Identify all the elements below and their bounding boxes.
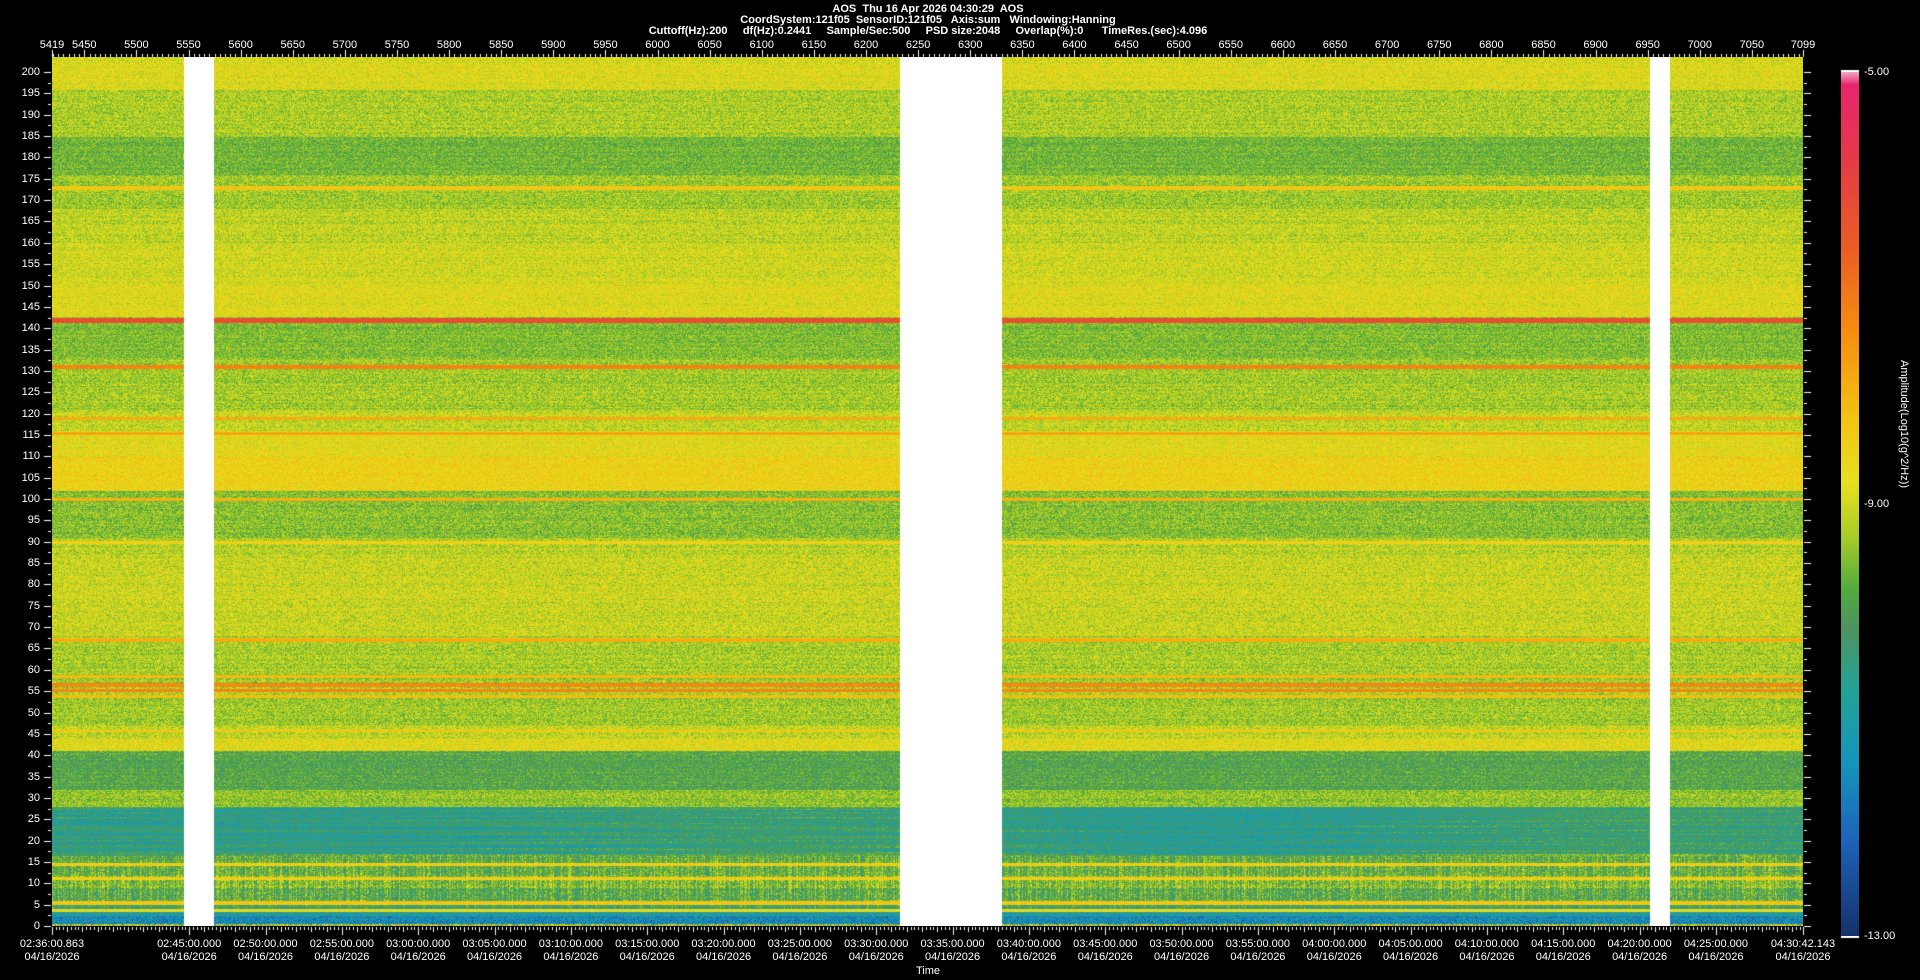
- colorbar: [1841, 72, 1859, 936]
- top-axis-label: 5450: [72, 39, 97, 51]
- top-axis-label: 6200: [853, 39, 879, 51]
- left-axis-label: 135: [21, 343, 40, 356]
- top-axis-label: 5500: [124, 39, 149, 51]
- left-axis-label: 80: [27, 578, 40, 591]
- top-axis-label: 6700: [1374, 39, 1400, 51]
- top-axis-label: 6100: [749, 39, 774, 51]
- left-axis-label: 10: [27, 877, 40, 890]
- left-axis-label: 190: [21, 108, 40, 121]
- left-axis-label: 120: [21, 407, 40, 420]
- top-axis-label: 6300: [957, 39, 983, 51]
- top-axis-label: 5850: [488, 39, 514, 51]
- top-axis-label: 6150: [801, 39, 827, 51]
- date-label: 04/16/2026: [24, 951, 80, 963]
- top-axis-label: 6500: [1166, 39, 1191, 51]
- left-axis-label: 200: [21, 66, 40, 78]
- left-axis-label: 25: [27, 813, 40, 826]
- top-axis-label: 6400: [1062, 39, 1087, 51]
- top-axis-label: 5900: [541, 39, 566, 51]
- left-axis-label: 130: [21, 364, 40, 377]
- left-axis-label: 30: [27, 791, 40, 804]
- time-label: 04:30:42.143: [1770, 938, 1836, 950]
- left-axis-label: 0: [33, 920, 40, 932]
- time-label: 02:36:00.863: [19, 938, 85, 950]
- left-axis-label: 110: [22, 450, 40, 463]
- top-axis-label: 6650: [1322, 39, 1348, 51]
- top-axis-label: 5550: [176, 39, 201, 51]
- colorbar-axis-title: Amplitude(Log10(g^2/Hz)): [1898, 360, 1910, 489]
- top-axis-label: 7000: [1687, 39, 1713, 51]
- top-axis-label: 5950: [593, 39, 618, 51]
- top-axis-label: 6450: [1114, 39, 1139, 51]
- left-axis-label: 185: [21, 130, 40, 143]
- left-axis-label: 175: [21, 172, 40, 185]
- left-axis-label: 160: [21, 236, 40, 249]
- spectrogram-canvas[interactable]: [52, 57, 1803, 926]
- top-axis-label: 6550: [1218, 39, 1244, 51]
- left-axis-label: 90: [27, 535, 40, 548]
- top-axis-label: 6600: [1270, 39, 1296, 51]
- top-axis-label: 6900: [1583, 39, 1608, 51]
- top-axis-label: 6950: [1635, 39, 1660, 51]
- left-axis-label: 140: [21, 322, 40, 335]
- top-axis-label: 6050: [697, 39, 722, 51]
- left-axis-label: 45: [27, 727, 40, 740]
- top-axis-label: 5750: [384, 39, 410, 51]
- top-axis-label: 5650: [280, 39, 305, 51]
- date-label: 04/16/2026: [1775, 951, 1831, 963]
- top-axis-label: 6850: [1531, 39, 1556, 51]
- left-axis-label: 100: [21, 493, 40, 505]
- left-axis-label: 35: [27, 770, 40, 783]
- left-axis-label: 180: [21, 151, 40, 164]
- left-axis-label: 55: [27, 685, 40, 698]
- left-axis-label: 195: [21, 87, 40, 100]
- top-axis-label: 5600: [228, 39, 253, 51]
- left-axis-label: 60: [27, 663, 40, 676]
- header-line-3: Cuttoff(Hz):200 df(Hz):0.2441 Sample/Sec…: [648, 25, 1208, 37]
- top-axis-label: 6800: [1479, 39, 1504, 51]
- left-axis-label: 165: [21, 215, 40, 228]
- left-axis-label: 20: [27, 834, 40, 847]
- left-axis-label: 145: [21, 300, 40, 313]
- top-axis-label: 5700: [332, 39, 358, 51]
- top-axis-label: 5800: [436, 39, 462, 51]
- top-axis-label: 6000: [645, 39, 670, 51]
- left-axis-label: 170: [21, 194, 40, 207]
- left-axis-label: 115: [22, 428, 40, 441]
- left-axis-label: 75: [27, 599, 40, 612]
- left-axis-label: 65: [27, 642, 40, 655]
- colorbar-tick-max: -5.00: [1864, 66, 1890, 78]
- left-axis-label: 40: [27, 749, 40, 762]
- spectrogram-app: AOS Thu 16 Apr 2026 04:30:29 AOS CoordSy…: [0, 0, 1920, 980]
- colorbar-tick-min: -13.00: [1864, 930, 1896, 942]
- time-label: 04:25:00.000: [1683, 938, 1749, 950]
- time-axis-title: Time: [915, 965, 941, 977]
- left-axis-label: 70: [27, 621, 40, 634]
- top-axis-label: 7050: [1739, 39, 1765, 51]
- date-label: 04/16/2026: [1688, 951, 1744, 963]
- top-axis-label: 7099: [1790, 39, 1816, 51]
- left-axis-label: 125: [21, 386, 40, 399]
- top-axis-label: 6250: [905, 39, 931, 51]
- colorbar-tick-mid: -9.00: [1864, 498, 1890, 510]
- left-axis-label: 50: [27, 706, 40, 719]
- left-axis-label: 85: [27, 557, 40, 570]
- top-axis-label: 6350: [1010, 39, 1035, 51]
- left-axis-label: 105: [21, 471, 40, 484]
- left-axis-label: 155: [21, 258, 40, 271]
- left-axis-label: 5: [33, 898, 40, 911]
- left-axis-label: 150: [21, 279, 40, 292]
- left-axis-label: 95: [27, 514, 40, 527]
- top-axis-label: 6750: [1427, 39, 1452, 51]
- left-axis-label: 15: [27, 855, 40, 868]
